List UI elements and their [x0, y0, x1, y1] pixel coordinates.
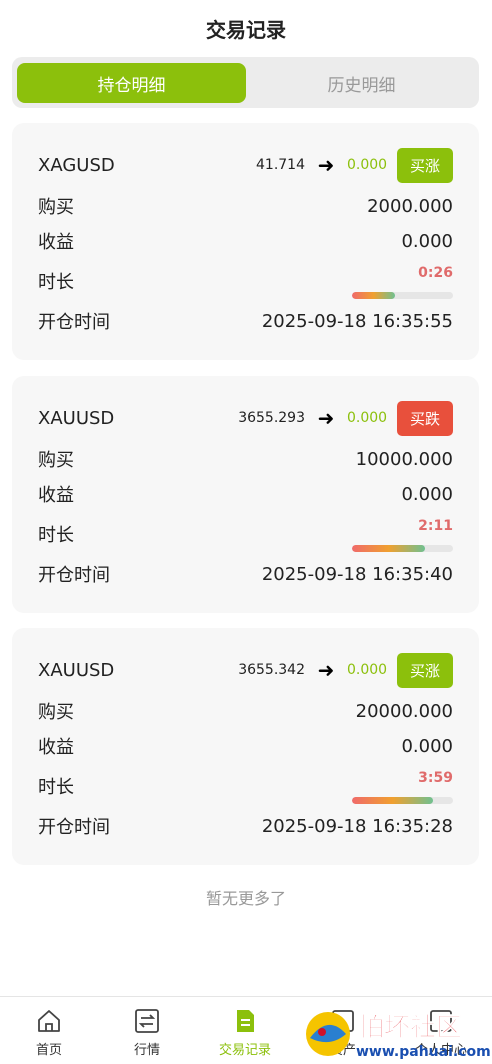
open-time-label: 开仓时间	[38, 565, 110, 586]
home-icon	[35, 1007, 63, 1035]
svg-text:www.pahuai.com: www.pahuai.com	[356, 1044, 491, 1060]
progress-bar	[352, 797, 453, 804]
tabbar-item-home[interactable]: 首页	[0, 997, 98, 1064]
tabbar-label: 交易记录	[218, 1043, 271, 1058]
tabbar-item-market[interactable]: 行情	[98, 997, 196, 1064]
profit-row: 收益 0.000	[38, 733, 453, 759]
open-price: 41.714	[256, 157, 305, 173]
buy-label: 购买	[38, 450, 74, 471]
profit-value: 0.000	[401, 230, 453, 252]
profit-value: 0.000	[401, 735, 453, 757]
current-price: 0.000	[347, 410, 388, 426]
profit-label: 收益	[38, 232, 74, 253]
duration-row: 时长	[38, 521, 453, 547]
page-title: 交易记录	[206, 17, 286, 42]
countdown-timer: 3:59	[418, 770, 453, 786]
buy-row: 购买 20000.000	[38, 698, 453, 724]
progress-bar	[352, 292, 453, 299]
progress-fill	[352, 292, 396, 299]
countdown-timer: 0:26	[418, 265, 453, 281]
profit-row: 收益 0.000	[38, 481, 453, 507]
current-price: 0.000	[347, 157, 388, 173]
open-price: 3655.342	[238, 662, 305, 678]
open-price: 3655.293	[238, 410, 305, 426]
buy-label: 购买	[38, 197, 74, 218]
open-time-value: 2025-09-18 16:35:55	[261, 310, 453, 332]
arrow-right-icon: ➜	[317, 153, 335, 177]
exchange-icon	[133, 1007, 161, 1035]
price-group: 3655.342 ➜ 0.000 买涨	[238, 652, 453, 688]
buy-row: 购买 10000.000	[38, 446, 453, 472]
arrow-right-icon: ➜	[317, 406, 335, 430]
buy-amount: 2000.000	[367, 195, 453, 217]
document-icon	[231, 1007, 259, 1035]
duration-row: 时长	[38, 773, 453, 799]
current-price: 0.000	[347, 662, 388, 678]
buy-row: 购买 2000.000	[38, 193, 453, 219]
direction-badge: 买涨	[397, 652, 453, 688]
tab-history[interactable]: 历史明细	[247, 63, 476, 103]
tabbar-item-records[interactable]: 交易记录	[196, 997, 294, 1064]
open-time-label: 开仓时间	[38, 817, 110, 838]
buy-amount: 10000.000	[355, 448, 453, 470]
progress-fill	[352, 545, 425, 552]
open-time-row: 开仓时间 2025-09-18 16:35:40	[38, 561, 453, 587]
buy-label: 购买	[38, 702, 74, 723]
card-header-row: XAUUSD 3655.293 ➜ 0.000 买跌	[38, 400, 453, 436]
card-header-row: XAUUSD 3655.342 ➜ 0.000 买涨	[38, 652, 453, 688]
profit-label: 收益	[38, 485, 74, 506]
duration-label: 时长	[38, 777, 74, 798]
price-group: 3655.293 ➜ 0.000 买跌	[238, 400, 453, 436]
symbol-label: XAGUSD	[38, 154, 115, 176]
profit-row: 收益 0.000	[38, 228, 453, 254]
duration-label: 时长	[38, 525, 74, 546]
duration-label: 时长	[38, 272, 74, 293]
arrow-right-icon: ➜	[317, 658, 335, 682]
position-card[interactable]: XAUUSD 3655.342 ➜ 0.000 买涨 购买 20000.000 …	[12, 628, 479, 865]
segmented-tabs: 持仓明细 历史明细	[12, 57, 479, 108]
profit-value: 0.000	[401, 483, 453, 505]
card-header-row: XAGUSD 41.714 ➜ 0.000 买涨	[38, 147, 453, 183]
open-time-label: 开仓时间	[38, 312, 110, 333]
duration-row: 时长	[38, 268, 453, 294]
tabbar-label: 首页	[35, 1043, 62, 1058]
symbol-label: XAUUSD	[38, 659, 115, 681]
open-time-value: 2025-09-18 16:35:28	[261, 815, 453, 837]
price-group: 41.714 ➜ 0.000 买涨	[256, 147, 453, 183]
direction-badge: 买跌	[397, 400, 453, 436]
tab-holdings[interactable]: 持仓明细	[17, 63, 246, 103]
svg-text:怕坏社区: 怕坏社区	[358, 1012, 462, 1043]
tabbar-label: 行情	[133, 1043, 160, 1058]
progress-bar	[352, 545, 453, 552]
profit-label: 收益	[38, 737, 74, 758]
position-card[interactable]: XAUUSD 3655.293 ➜ 0.000 买跌 购买 10000.000 …	[12, 376, 479, 613]
countdown-timer: 2:11	[418, 518, 453, 534]
open-time-row: 开仓时间 2025-09-18 16:35:55	[38, 308, 453, 334]
open-time-row: 开仓时间 2025-09-18 16:35:28	[38, 813, 453, 839]
open-time-value: 2025-09-18 16:35:40	[261, 563, 453, 585]
direction-badge: 买涨	[397, 147, 453, 183]
buy-amount: 20000.000	[355, 700, 453, 722]
symbol-label: XAUUSD	[38, 407, 115, 429]
no-more-text: 暂无更多了	[205, 889, 286, 908]
progress-fill	[352, 797, 433, 804]
position-card[interactable]: XAGUSD 41.714 ➜ 0.000 买涨 购买 2000.000 收益 …	[12, 123, 479, 360]
watermark-logo: 怕坏社区 www.pahuai.com	[300, 1004, 492, 1062]
page-header: 交易记录	[0, 0, 492, 56]
